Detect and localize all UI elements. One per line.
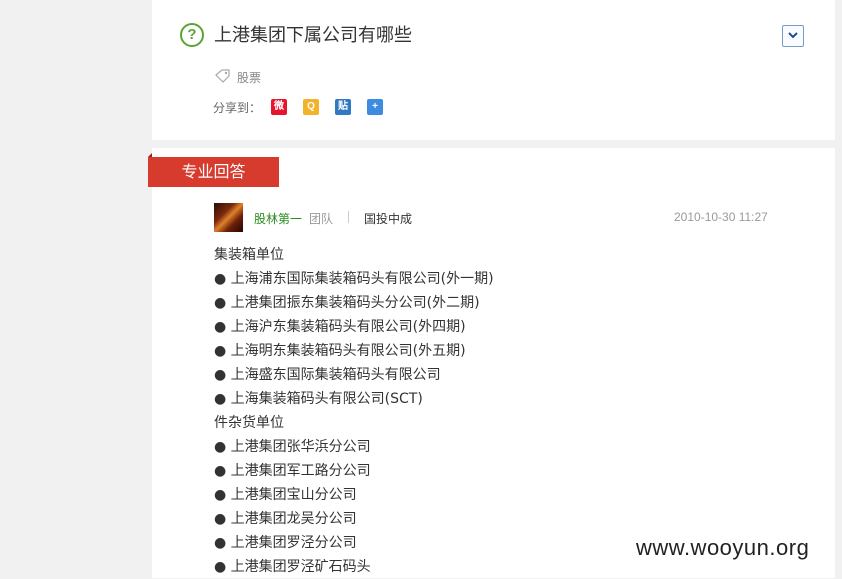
watermark: www.wooyun.org <box>636 535 810 560</box>
content-line: ● 上港集团军工路分公司 <box>214 463 371 479</box>
content-line: ● 上港集团罗泾矿石码头 <box>214 559 371 575</box>
chevron-down-icon <box>788 32 798 39</box>
content-line: ● 上海明东集装箱码头有限公司(外五期) <box>214 343 466 359</box>
content-line: 集装箱单位 <box>214 247 284 263</box>
share-more-icon[interactable]: + <box>367 99 383 115</box>
content-line: ● 上港集团振东集装箱码头分公司(外二期) <box>214 295 480 311</box>
author-org[interactable]: 国投中成 <box>364 210 412 227</box>
professional-answer-badge: 专业回答 <box>148 157 279 187</box>
share-weibo-icon[interactable]: 微 <box>271 99 287 115</box>
content-line: ● 上海盛东国际集装箱码头有限公司 <box>214 367 441 383</box>
question-mark-icon: ? <box>180 23 204 47</box>
tag-icon <box>215 69 230 83</box>
author-role: 团队 <box>309 212 334 226</box>
content-line: ● 上港集团罗泾分公司 <box>214 535 357 551</box>
share-qzone-icon[interactable]: Q <box>303 99 319 115</box>
content-line: ● 上港集团龙吴分公司 <box>214 511 357 527</box>
content-line: ● 上海集装箱码头有限公司(SCT) <box>214 391 423 407</box>
divider <box>348 211 349 223</box>
share-tieba-icon[interactable]: 贴 <box>335 99 351 115</box>
content-line: ● 上港集团宝山分公司 <box>214 487 357 503</box>
content-line: 件杂货单位 <box>214 415 284 431</box>
answer-timestamp: 2010-10-30 11:27 <box>674 210 768 224</box>
answer-content: 集装箱单位 ● 上海浦东国际集装箱码头有限公司(外一期) ● 上港集团振东集装箱… <box>214 243 494 579</box>
expand-button[interactable] <box>782 25 804 47</box>
content-line: ● 上海沪东集装箱码头有限公司(外四期) <box>214 319 466 335</box>
left-margin <box>0 0 152 578</box>
question-tag[interactable]: 股票 <box>237 69 261 86</box>
question-card: ? 上港集团下属公司有哪些 股票 分享到： 微 Q 贴 + <box>152 0 835 140</box>
author-name[interactable]: 股林第一 <box>254 210 302 227</box>
right-margin <box>835 0 842 578</box>
content-line: ● 上港集团张华浜分公司 <box>214 439 371 455</box>
share-label: 分享到： <box>213 101 262 115</box>
avatar[interactable] <box>214 203 243 232</box>
question-title: 上港集团下属公司有哪些 <box>214 25 412 46</box>
content-line: ● 上海浦东国际集装箱码头有限公司(外一期) <box>214 271 494 287</box>
